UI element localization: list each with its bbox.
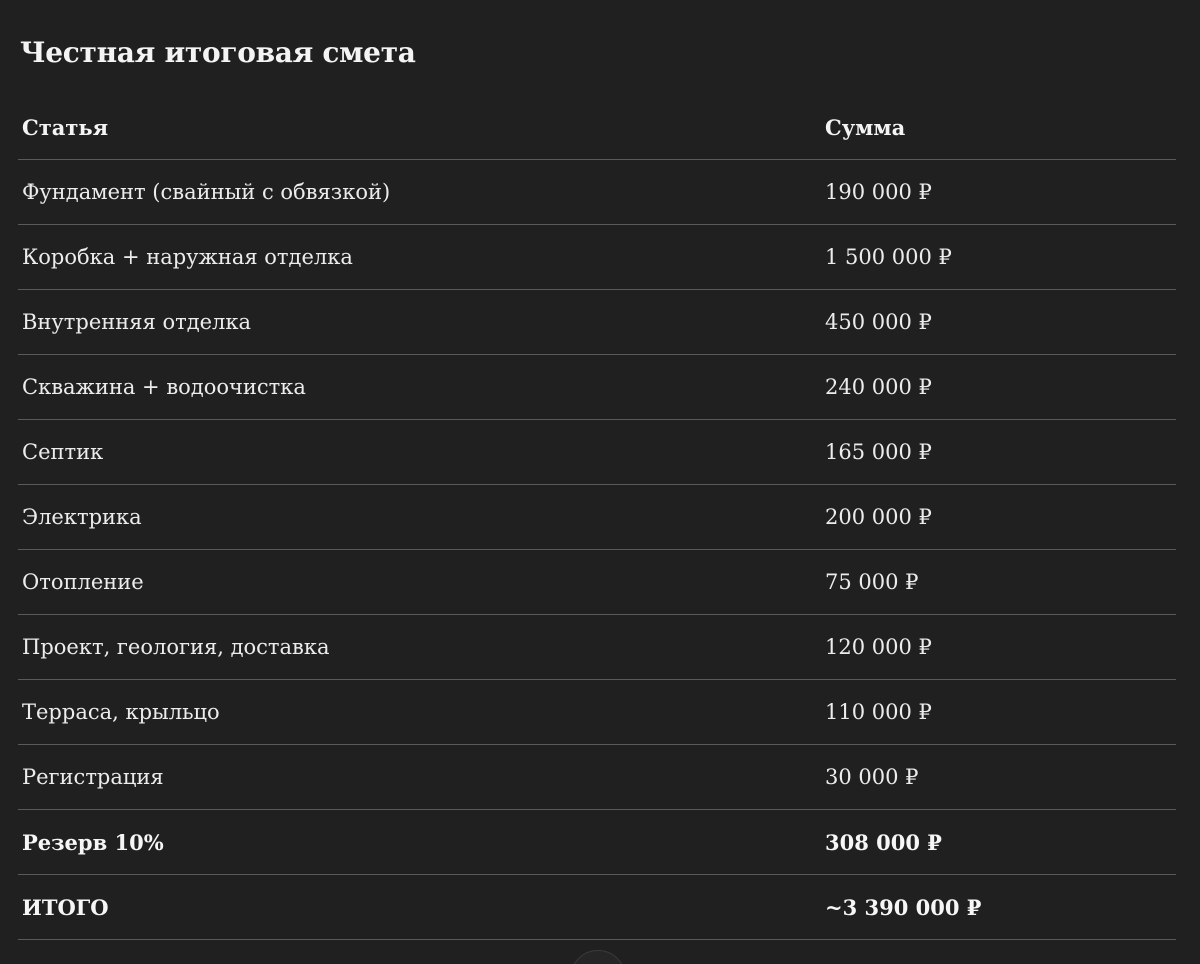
estimate-table: Статья Сумма Фундамент (свайный с обвязк… [18,95,1176,940]
row-amount: 308 000 ₽ [821,809,1176,875]
table-row: Резерв 10% 308 000 ₽ [18,809,1176,875]
row-item: ИТОГО [18,874,821,940]
row-amount: 30 000 ₽ [821,744,1176,810]
page: Честная итоговая смета Статья Сумма Фунд… [0,0,1200,964]
row-amount: 165 000 ₽ [821,419,1176,485]
row-item: Внутренняя отделка [18,289,821,355]
column-header-item: Статья [18,95,821,160]
row-amount: 200 000 ₽ [821,484,1176,550]
row-amount: 1 500 000 ₽ [821,224,1176,290]
table-body: Фундамент (свайный с обвязкой) 190 000 ₽ К… [18,159,1176,940]
scroll-button[interactable] [570,950,626,964]
table-row: Электрика 200 000 ₽ [18,484,1176,550]
row-item: Септик [18,419,821,485]
row-item: Электрика [18,484,821,550]
row-amount: 450 000 ₽ [821,289,1176,355]
row-item: Регистрация [18,744,821,810]
table-row: ИТОГО ~3 390 000 ₽ [18,874,1176,940]
row-item: Резерв 10% [18,809,821,875]
row-amount: 190 000 ₽ [821,159,1176,225]
row-item: Отопление [18,549,821,615]
page-title: Честная итоговая смета [20,36,416,69]
table-row: Септик 165 000 ₽ [18,419,1176,485]
table-row: Скважина + водоочистка 240 000 ₽ [18,354,1176,420]
table-header-row: Статья Сумма [18,95,1176,160]
row-item: Терраса, крыльцо [18,679,821,745]
row-amount: 110 000 ₽ [821,679,1176,745]
table-row: Коробка + наружная отделка 1 500 000 ₽ [18,224,1176,290]
table-row: Внутренняя отделка 450 000 ₽ [18,289,1176,355]
row-item: Коробка + наружная отделка [18,224,821,290]
table-row: Регистрация 30 000 ₽ [18,744,1176,810]
row-amount: 75 000 ₽ [821,549,1176,615]
table-row: Терраса, крыльцо 110 000 ₽ [18,679,1176,745]
row-amount: 240 000 ₽ [821,354,1176,420]
row-item: Фундамент (свайный с обвязкой) [18,159,821,225]
row-item: Скважина + водоочистка [18,354,821,420]
row-amount: ~3 390 000 ₽ [821,874,1176,940]
row-amount: 120 000 ₽ [821,614,1176,680]
table-row: Отопление 75 000 ₽ [18,549,1176,615]
column-header-amount: Сумма [821,95,1176,160]
table-row: Фундамент (свайный с обвязкой) 190 000 ₽ [18,159,1176,225]
table-row: Проект, геология, доставка 120 000 ₽ [18,614,1176,680]
row-item: Проект, геология, доставка [18,614,821,680]
